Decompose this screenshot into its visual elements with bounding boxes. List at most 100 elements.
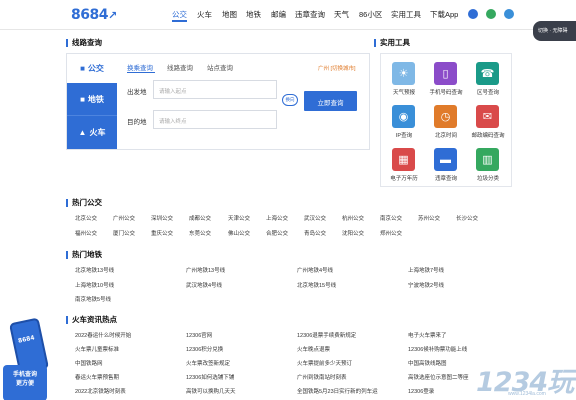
- list-item[interactable]: 苏州公交: [418, 214, 440, 222]
- tool-phone[interactable]: ▯ 手机号码查询: [425, 59, 467, 101]
- list-item[interactable]: 南京地铁5号线: [75, 295, 111, 303]
- list-item[interactable]: 广州到铁南站时刻表: [297, 373, 347, 381]
- tools-section-title: 实用工具: [374, 39, 410, 47]
- tab-line[interactable]: 线路查询: [167, 62, 193, 72]
- nav-postcode[interactable]: 邮编: [271, 9, 286, 20]
- to-input[interactable]: 请输入终点: [153, 110, 277, 129]
- list-item[interactable]: 2022北京铁路时刻表: [75, 387, 126, 395]
- to-label: 目的地: [127, 119, 147, 126]
- from-input[interactable]: 请输入起点: [153, 80, 277, 99]
- list-item[interactable]: 武汉地铁4号线: [186, 281, 222, 289]
- list-item[interactable]: 宁波地铁2号线: [408, 281, 444, 289]
- city-switch-link[interactable]: 广州 [切换城市]: [318, 64, 356, 72]
- tool-label: 手机号码查询: [429, 90, 463, 96]
- list-item[interactable]: 火车票改签新规定: [186, 359, 230, 367]
- nav-weather[interactable]: 天气: [334, 9, 349, 20]
- nav-community[interactable]: 86小区: [359, 9, 382, 20]
- mode-bus[interactable]: ■ 公交: [67, 54, 117, 83]
- list-item[interactable]: 合肥公交: [266, 229, 288, 237]
- list-item[interactable]: 长沙公交: [456, 214, 478, 222]
- list-item[interactable]: 东莞公交: [189, 229, 211, 237]
- watermark: 1234玩 www.1234la.com: [476, 360, 576, 400]
- accessibility-tab[interactable]: 切换 · 无障碍: [533, 21, 576, 41]
- list-item[interactable]: 2022春运什么时候开始: [75, 331, 131, 339]
- swap-button[interactable]: 换向: [282, 94, 298, 106]
- list-item[interactable]: 天津公交: [228, 214, 250, 222]
- list-item[interactable]: 电子火车票来了: [408, 331, 447, 339]
- nav-download-app[interactable]: 下载App: [430, 9, 458, 20]
- list-item[interactable]: 杭州公交: [342, 214, 364, 222]
- qq-icon[interactable]: [504, 9, 514, 19]
- list-item[interactable]: 12306候补购票功能上线: [408, 345, 467, 353]
- list-item[interactable]: 南京公交: [380, 214, 402, 222]
- tool-postcode[interactable]: ✉ 邮政编码查询: [467, 102, 509, 144]
- list-item[interactable]: 春运火车票预售期: [75, 373, 119, 381]
- logo-arrow-icon: ↗: [107, 9, 117, 22]
- tool-beijing-time[interactable]: ◷ 北京时间: [425, 102, 467, 144]
- tool-area-code[interactable]: ☎ 区号查询: [467, 59, 509, 101]
- nav-metro[interactable]: 地铁: [246, 9, 261, 20]
- ip-icon: ◉: [392, 105, 415, 128]
- list-item[interactable]: 全国铁路5月23日实行新的列车运: [297, 387, 378, 395]
- list-item[interactable]: 高铁可以换购几天天: [186, 387, 236, 395]
- nav-train[interactable]: 火车: [197, 9, 212, 20]
- list-item[interactable]: 上海地铁10号线: [75, 281, 114, 289]
- list-item[interactable]: 12306如何选铺下铺: [186, 373, 234, 381]
- tool-ip[interactable]: ◉ IP查询: [383, 102, 425, 144]
- nav-violation[interactable]: 违章查询: [295, 9, 325, 20]
- tab-station[interactable]: 站点查询: [207, 62, 233, 72]
- list-item[interactable]: 上海公交: [266, 214, 288, 222]
- list-item[interactable]: 火车票儿童票标准: [75, 345, 119, 353]
- list-item[interactable]: 12306登录: [408, 387, 434, 395]
- list-item[interactable]: 火车晚点退票: [297, 345, 330, 353]
- mode-train[interactable]: ▲ 火车: [67, 116, 117, 149]
- list-item[interactable]: 广州公交: [113, 214, 135, 222]
- header-divider: [0, 29, 576, 30]
- list-item[interactable]: 重庆公交: [151, 229, 173, 237]
- mode-metro[interactable]: ■ 地铁: [67, 83, 117, 116]
- from-label: 出发地: [127, 89, 147, 96]
- list-item[interactable]: 北京公交: [75, 214, 97, 222]
- weibo-icon[interactable]: [468, 9, 478, 19]
- site-logo[interactable]: 8684↗: [71, 7, 117, 23]
- list-item[interactable]: 12306积分兑换: [186, 345, 223, 353]
- list-item[interactable]: 中国高铁线路图: [408, 359, 447, 367]
- list-item[interactable]: 高铁选座位示意图二等座: [408, 373, 469, 381]
- list-item[interactable]: 郑州公交: [380, 229, 402, 237]
- mobile-app-promo[interactable]: 8684 手机查询 更方便: [0, 317, 56, 400]
- tool-weather[interactable]: ☀ 天气预报: [383, 59, 425, 101]
- promo-badge: 手机查询 更方便: [3, 365, 47, 400]
- metro-icon: ■: [80, 94, 85, 104]
- tab-active-underline: [127, 72, 155, 73]
- bus-icon: ■: [80, 64, 85, 73]
- query-button[interactable]: 立即查询: [304, 91, 357, 111]
- nav-tools[interactable]: 实用工具: [391, 9, 421, 20]
- watermark-url: www.1234la.com: [508, 391, 546, 397]
- list-item[interactable]: 青岛公交: [304, 229, 326, 237]
- list-item[interactable]: 北京地铁15号线: [297, 281, 336, 289]
- list-item[interactable]: 深圳公交: [151, 214, 173, 222]
- list-item[interactable]: 厦门公交: [113, 229, 135, 237]
- wechat-icon[interactable]: [486, 9, 496, 19]
- list-item[interactable]: 12306官网: [186, 331, 212, 339]
- list-item[interactable]: 广州地铁4号线: [297, 266, 333, 274]
- phone-icon: ▯: [434, 62, 457, 85]
- tab-transfer[interactable]: 换乘查询: [127, 62, 153, 72]
- nav-map[interactable]: 地图: [222, 9, 237, 20]
- list-item[interactable]: 沈阳公交: [342, 229, 364, 237]
- clock-icon: ◷: [434, 105, 457, 128]
- nav-bus[interactable]: 公交: [172, 9, 187, 20]
- list-item[interactable]: 佛山公交: [228, 229, 250, 237]
- list-item[interactable]: 火车票提前多少天预订: [297, 359, 352, 367]
- list-item[interactable]: 中国铁路网: [75, 359, 103, 367]
- list-item[interactable]: 12306退票手续费新规定: [297, 331, 356, 339]
- list-item[interactable]: 成都公交: [189, 214, 211, 222]
- list-item[interactable]: 福州公交: [75, 229, 97, 237]
- list-item[interactable]: 武汉公交: [304, 214, 326, 222]
- tool-garbage[interactable]: ▥ 垃圾分类: [467, 145, 509, 187]
- list-item[interactable]: 上海地铁7号线: [408, 266, 444, 274]
- list-item[interactable]: 北京地铁13号线: [75, 266, 114, 274]
- list-item[interactable]: 广州地铁13号线: [186, 266, 225, 274]
- tool-calendar[interactable]: ▦ 电子万年历: [383, 145, 425, 187]
- tool-violation[interactable]: ▬ 违章查询: [425, 145, 467, 187]
